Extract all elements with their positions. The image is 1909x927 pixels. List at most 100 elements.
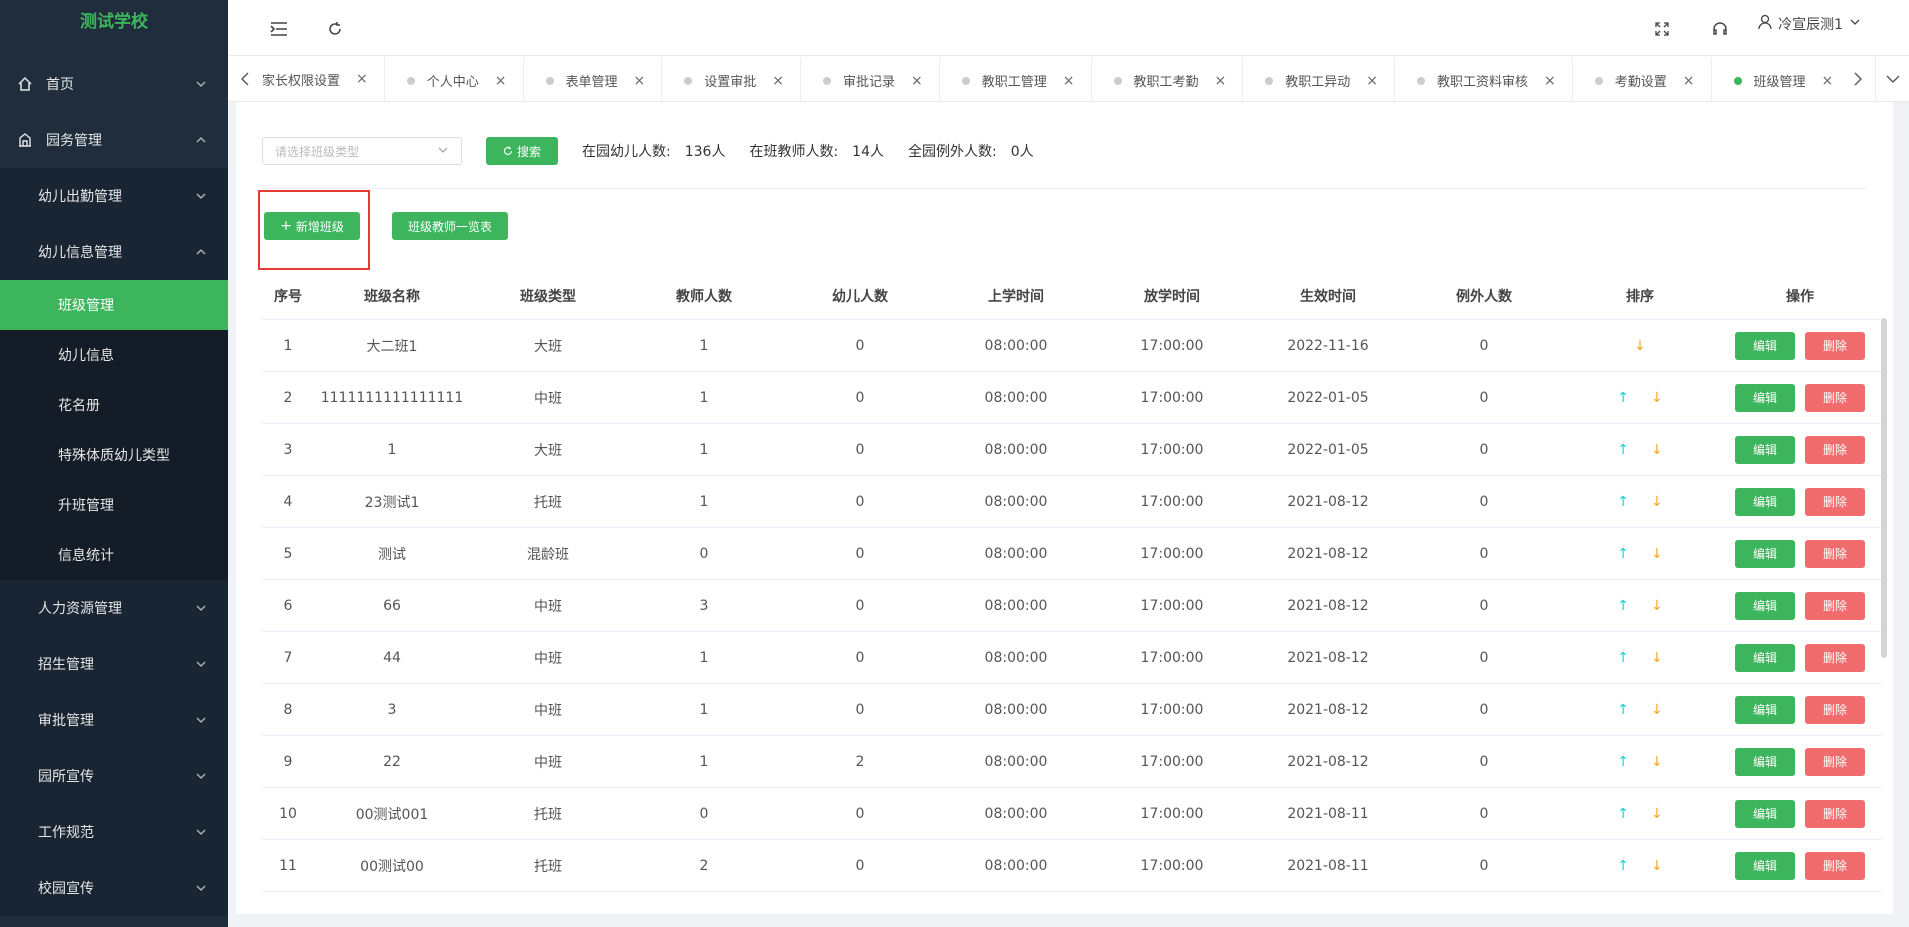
delete-button[interactable]: 删除	[1805, 747, 1865, 776]
refresh-icon[interactable]	[324, 18, 346, 40]
tab-staff-changes[interactable]: 教职工异动 ×	[1243, 57, 1395, 101]
arrow-up-icon[interactable]: ↑	[1617, 598, 1629, 614]
table-cell: 17:00:00	[1140, 493, 1204, 510]
arrow-up-icon[interactable]: ↑	[1617, 754, 1629, 770]
arrow-down-icon[interactable]: ↓	[1634, 338, 1646, 354]
edit-button[interactable]: 编辑	[1735, 435, 1795, 464]
add-class-button[interactable]: + 新增班级	[264, 212, 360, 240]
sidebar-item-approval[interactable]: 审批管理	[0, 692, 228, 748]
tab-dot	[823, 76, 831, 85]
arrow-up-icon[interactable]: ↑	[1617, 442, 1629, 458]
sidebar-item-promo[interactable]: 园所宣传	[0, 748, 228, 804]
arrow-down-icon[interactable]: ↓	[1651, 702, 1663, 718]
arrow-up-icon[interactable]: ↑	[1617, 650, 1629, 666]
sidebar-item-child-list[interactable]: 幼儿信息	[0, 330, 228, 380]
arrow-down-icon[interactable]: ↓	[1651, 442, 1663, 458]
sidebar-item-child-info[interactable]: 幼儿信息管理	[0, 224, 228, 280]
close-icon[interactable]: ×	[911, 73, 923, 89]
edit-button[interactable]: 编辑	[1735, 643, 1795, 672]
tab-staff-review[interactable]: 教职工资料审核 ×	[1395, 57, 1573, 101]
sidebar-item-promotion[interactable]: 升班管理	[0, 480, 228, 530]
arrow-down-icon[interactable]: ↓	[1651, 390, 1663, 406]
tab-class-management[interactable]: 班级管理 ×	[1712, 58, 1842, 102]
sidebar-item-statistics[interactable]: 信息统计	[0, 530, 228, 580]
sidebar-item-attendance[interactable]: 幼儿出勤管理	[0, 168, 228, 224]
arrow-up-icon[interactable]: ↑	[1617, 858, 1629, 874]
edit-button[interactable]: 编辑	[1735, 695, 1795, 724]
tab-staff-management[interactable]: 教职工管理 ×	[940, 57, 1092, 101]
delete-button[interactable]: 删除	[1805, 851, 1865, 880]
tab-approval-records[interactable]: 审批记录 ×	[801, 57, 940, 101]
arrow-up-icon[interactable]: ↑	[1617, 390, 1629, 406]
teacher-list-button[interactable]: 班级教师一览表	[392, 212, 508, 240]
delete-button[interactable]: 删除	[1805, 487, 1865, 516]
edit-button[interactable]: 编辑	[1735, 487, 1795, 516]
arrow-down-icon[interactable]: ↓	[1651, 546, 1663, 562]
row-actions: 编辑 删除	[1718, 851, 1882, 880]
tab-menu-chevron-icon[interactable]	[1875, 56, 1909, 101]
sidebar-item-home[interactable]: 首页	[0, 56, 228, 112]
close-icon[interactable]: ×	[1822, 73, 1834, 89]
arrow-down-icon[interactable]: ↓	[1651, 598, 1663, 614]
menu-fold-icon[interactable]	[268, 18, 290, 40]
sidebar-item-special-constitution[interactable]: 特殊体质幼儿类型	[0, 430, 228, 480]
table-cell: 0	[1479, 493, 1489, 510]
close-icon[interactable]: ×	[356, 71, 368, 87]
class-type-select[interactable]: 请选择班级类型	[262, 137, 462, 165]
table-scrollbar[interactable]	[1881, 318, 1887, 658]
close-icon[interactable]: ×	[1683, 73, 1695, 89]
delete-button[interactable]: 删除	[1805, 435, 1865, 464]
edit-button[interactable]: 编辑	[1735, 331, 1795, 360]
edit-button[interactable]: 编辑	[1735, 539, 1795, 568]
arrow-down-icon[interactable]: ↓	[1651, 858, 1663, 874]
edit-button[interactable]: 编辑	[1735, 799, 1795, 828]
sidebar-item-work-rules[interactable]: 工作规范	[0, 804, 228, 860]
edit-button[interactable]: 编辑	[1735, 747, 1795, 776]
delete-button[interactable]: 删除	[1805, 643, 1865, 672]
close-icon[interactable]: ×	[495, 73, 507, 89]
sidebar-item-roster[interactable]: 花名册	[0, 380, 228, 430]
sidebar-item-hr[interactable]: 人力资源管理	[0, 580, 228, 636]
tab-scroll-left-icon[interactable]	[228, 56, 262, 101]
delete-button[interactable]: 删除	[1805, 383, 1865, 412]
tab-attendance-settings[interactable]: 考勤设置 ×	[1573, 57, 1712, 101]
headset-icon[interactable]	[1709, 18, 1731, 40]
arrow-down-icon[interactable]: ↓	[1651, 494, 1663, 510]
arrow-up-icon[interactable]: ↑	[1617, 546, 1629, 562]
arrow-up-icon[interactable]: ↑	[1617, 702, 1629, 718]
delete-button[interactable]: 删除	[1805, 331, 1865, 360]
close-icon[interactable]: ×	[1366, 73, 1378, 89]
arrow-down-icon[interactable]: ↓	[1651, 650, 1663, 666]
search-button[interactable]: 搜索	[486, 137, 558, 165]
edit-button[interactable]: 编辑	[1735, 383, 1795, 412]
close-icon[interactable]: ×	[1544, 73, 1556, 89]
sidebar-item-label: 园务管理	[46, 133, 102, 149]
close-icon[interactable]: ×	[772, 73, 784, 89]
edit-button[interactable]: 编辑	[1735, 851, 1795, 880]
tab-staff-attendance[interactable]: 教职工考勤 ×	[1092, 57, 1244, 101]
tab-parent-permission[interactable]: 家长权限设置 ×	[262, 56, 385, 101]
arrow-up-icon[interactable]: ↑	[1617, 494, 1629, 510]
sidebar-item-enrollment[interactable]: 招生管理	[0, 636, 228, 692]
close-icon[interactable]: ×	[1063, 73, 1075, 89]
delete-button[interactable]: 删除	[1805, 695, 1865, 724]
tab-approval-settings[interactable]: 设置审批 ×	[662, 57, 801, 101]
sidebar-item-garden-affairs[interactable]: 园务管理	[0, 112, 228, 168]
sidebar-item-campus-promo[interactable]: 校园宣传	[0, 860, 228, 916]
user-menu[interactable]: 冷宣辰测1	[1758, 14, 1861, 34]
edit-button[interactable]: 编辑	[1735, 591, 1795, 620]
sidebar-item-class-management[interactable]: 班级管理	[0, 280, 228, 330]
delete-button[interactable]: 删除	[1805, 799, 1865, 828]
sidebar-item-label: 特殊体质幼儿类型	[58, 448, 170, 464]
delete-button[interactable]: 删除	[1805, 539, 1865, 568]
arrow-down-icon[interactable]: ↓	[1651, 754, 1663, 770]
tab-scroll-right-icon[interactable]	[1841, 56, 1875, 101]
fullscreen-icon[interactable]	[1651, 18, 1673, 40]
delete-button[interactable]: 删除	[1805, 591, 1865, 620]
arrow-up-icon[interactable]: ↑	[1617, 806, 1629, 822]
tab-form-management[interactable]: 表单管理 ×	[524, 57, 663, 101]
close-icon[interactable]: ×	[1215, 73, 1227, 89]
arrow-down-icon[interactable]: ↓	[1651, 806, 1663, 822]
close-icon[interactable]: ×	[634, 73, 646, 89]
tab-personal-center[interactable]: 个人中心 ×	[385, 57, 524, 101]
